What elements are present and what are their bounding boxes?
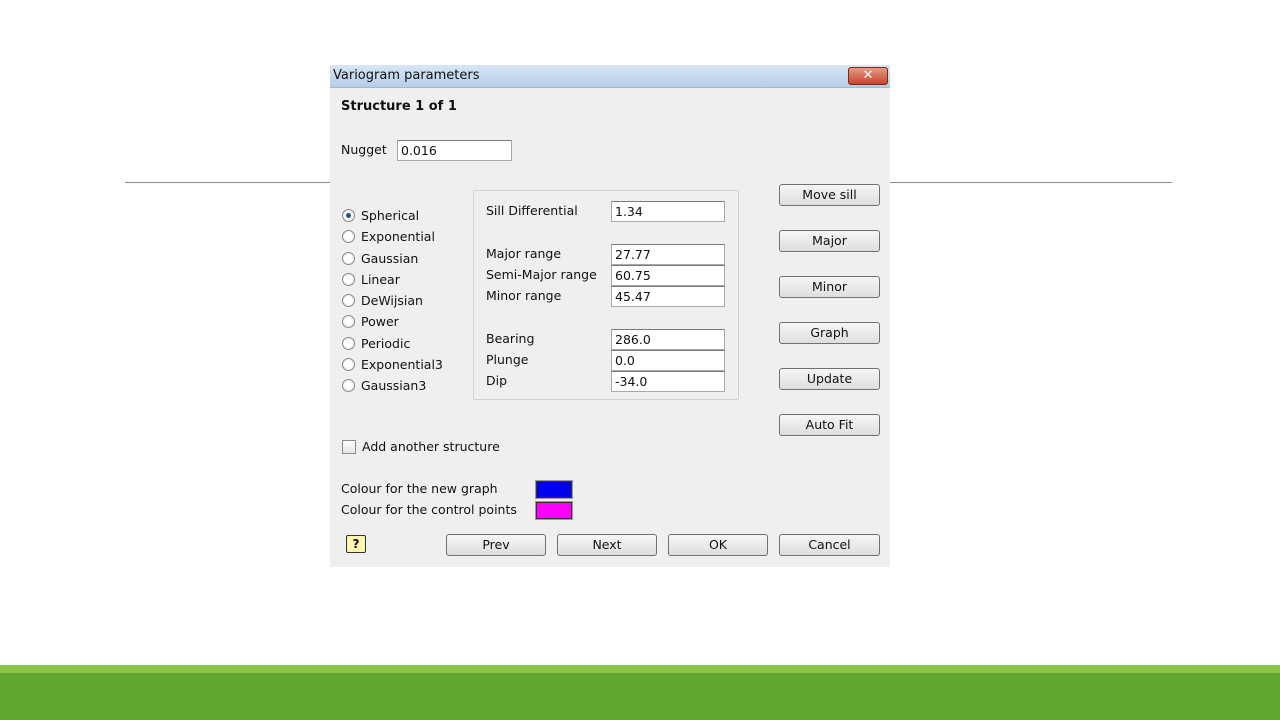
control-points-colour-label: Colour for the control points	[341, 502, 517, 517]
radio-periodic[interactable]: Periodic	[342, 334, 410, 352]
auto-fit-button[interactable]: Auto Fit	[779, 414, 880, 436]
new-graph-colour-label: Colour for the new graph	[341, 481, 498, 496]
minor-range-field[interactable]	[611, 286, 725, 307]
sill-field[interactable]	[611, 201, 725, 222]
radio-exponential3[interactable]: Exponential3	[342, 355, 443, 373]
radio-label: Power	[361, 313, 399, 329]
minor-button[interactable]: Minor	[779, 276, 880, 298]
variogram-dialog: Variogram parameters ✕ Structure 1 of 1 …	[330, 65, 890, 567]
add-structure-checkbox[interactable]	[342, 439, 356, 454]
nugget-field[interactable]	[397, 140, 512, 161]
plunge-field[interactable]	[611, 350, 725, 371]
radio-linear[interactable]: Linear	[342, 270, 400, 288]
radio-icon[interactable]	[342, 378, 355, 392]
semi-major-range-label: Semi-Major range	[486, 267, 597, 282]
dialog-title: Variogram parameters	[333, 68, 480, 83]
minor-range-label: Minor range	[486, 288, 562, 303]
dip-field[interactable]	[611, 371, 725, 392]
plunge-label: Plunge	[486, 352, 529, 367]
graph-button[interactable]: Graph	[779, 322, 880, 344]
ok-button[interactable]: OK	[668, 534, 768, 556]
bearing-field[interactable]	[611, 329, 725, 350]
sill-label: Sill Differential	[486, 203, 578, 218]
add-structure-label: Add another structure	[362, 439, 500, 454]
structure-title: Structure 1 of 1	[341, 99, 457, 114]
radio-icon[interactable]	[342, 336, 355, 350]
close-icon[interactable]: ✕	[848, 67, 888, 85]
radio-selected-icon[interactable]	[342, 208, 355, 222]
slide-footer-accent	[0, 665, 1280, 673]
prev-button[interactable]: Prev	[446, 534, 546, 556]
radio-icon[interactable]	[342, 251, 355, 265]
major-button[interactable]: Major	[779, 230, 880, 252]
add-structure-checkbox-row[interactable]: Add another structure	[342, 439, 500, 454]
radio-gaussian[interactable]: Gaussian	[342, 249, 418, 267]
radio-label: Gaussian	[361, 250, 419, 266]
next-button[interactable]: Next	[557, 534, 657, 556]
major-range-label: Major range	[486, 246, 562, 261]
radio-label: Spherical	[361, 207, 420, 223]
nugget-label: Nugget	[341, 142, 387, 157]
dialog-titlebar[interactable]: Variogram parameters ✕	[330, 65, 890, 88]
new-graph-colour-swatch[interactable]	[535, 480, 573, 499]
control-points-colour-swatch[interactable]	[535, 501, 573, 520]
radio-label: Periodic	[361, 335, 411, 351]
update-button[interactable]: Update	[779, 368, 880, 390]
radio-label: Gaussian3	[361, 377, 427, 393]
radio-label: Exponential	[361, 228, 435, 244]
radio-icon[interactable]	[342, 229, 355, 243]
dip-label: Dip	[486, 373, 508, 388]
radio-label: DeWijsian	[361, 292, 423, 308]
radio-icon[interactable]	[342, 357, 355, 371]
slide-footer-bar	[0, 673, 1280, 720]
radio-label: Exponential3	[361, 356, 443, 372]
radio-power[interactable]: Power	[342, 312, 399, 330]
help-icon[interactable]: ?	[346, 535, 366, 553]
major-range-field[interactable]	[611, 244, 725, 265]
radio-spherical[interactable]: Spherical	[342, 206, 419, 224]
radio-dewijsian[interactable]: DeWijsian	[342, 291, 423, 309]
radio-gaussian3[interactable]: Gaussian3	[342, 376, 426, 394]
semi-major-range-field[interactable]	[611, 265, 725, 286]
radio-icon[interactable]	[342, 293, 355, 307]
cancel-button[interactable]: Cancel	[779, 534, 880, 556]
move-sill-button[interactable]: Move sill	[779, 184, 880, 206]
radio-exponential[interactable]: Exponential	[342, 227, 435, 245]
radio-label: Linear	[361, 271, 400, 287]
bearing-label: Bearing	[486, 331, 535, 346]
radio-icon[interactable]	[342, 272, 355, 286]
radio-icon[interactable]	[342, 314, 355, 328]
